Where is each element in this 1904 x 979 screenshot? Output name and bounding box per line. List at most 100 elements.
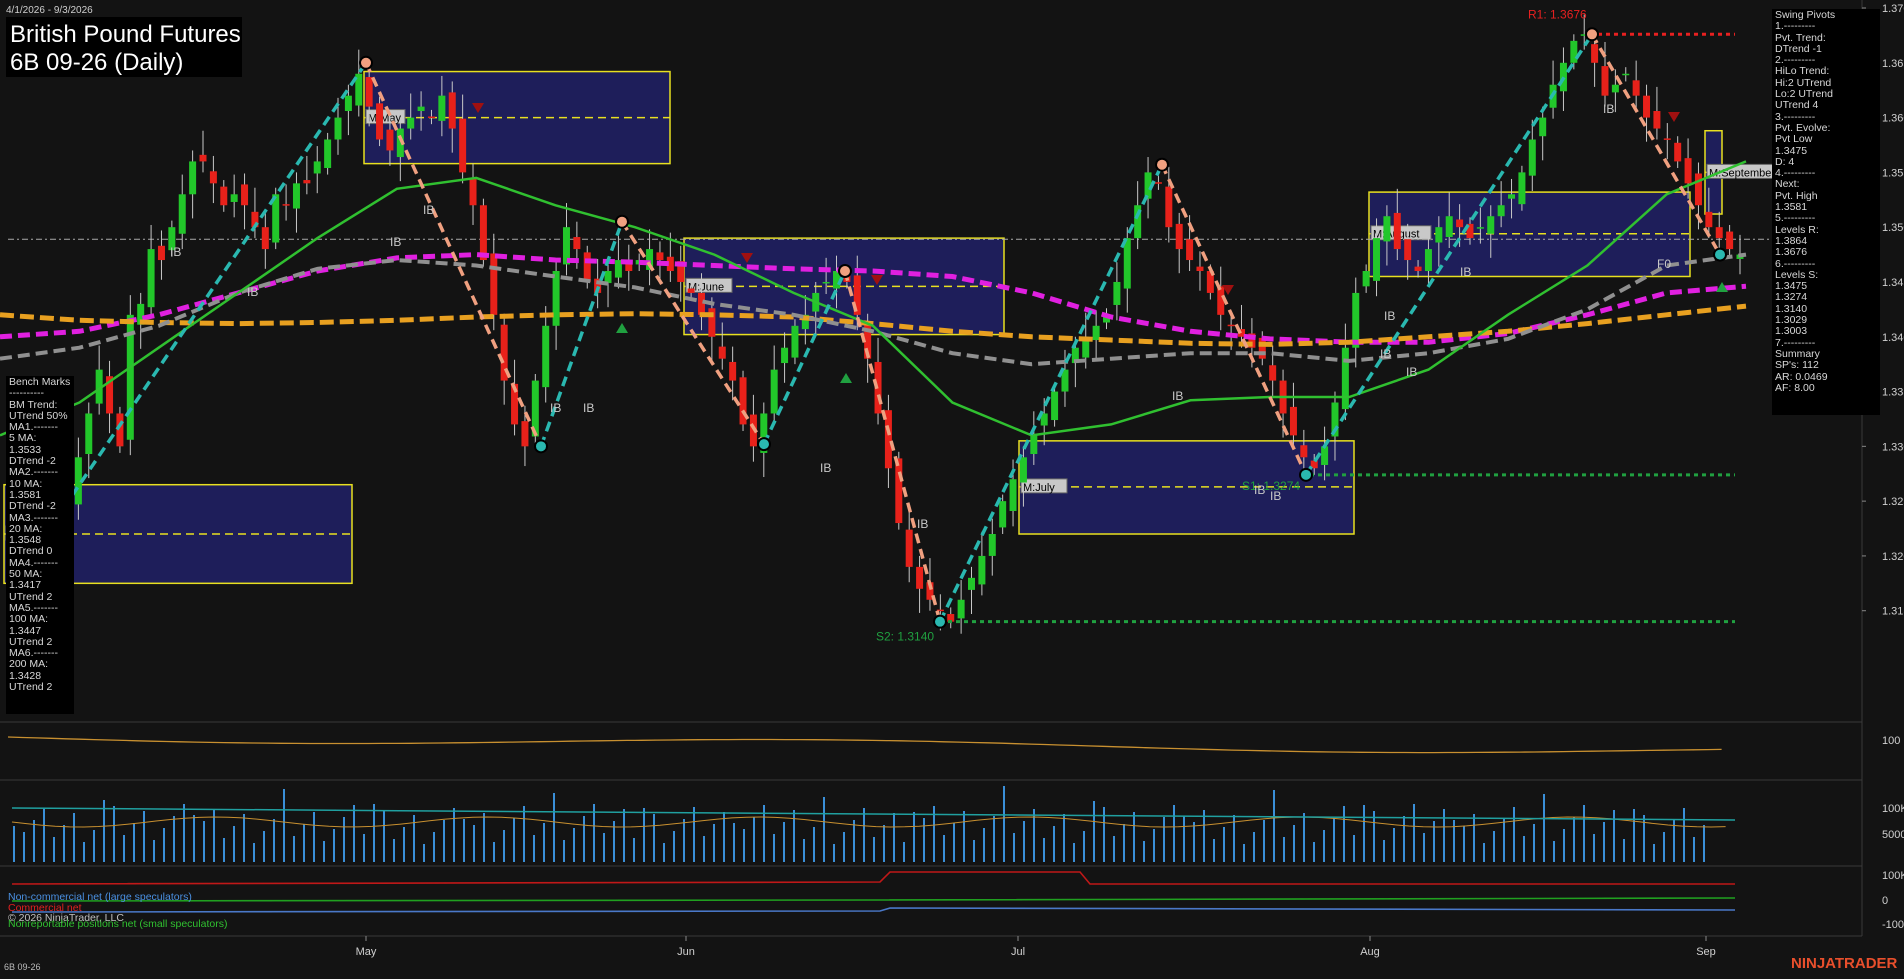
candle-body	[1611, 84, 1619, 93]
indicator-tick-label: 100	[1882, 735, 1900, 747]
candle-body	[1456, 219, 1464, 228]
candle-body	[521, 421, 529, 447]
candle-body	[1258, 337, 1266, 359]
y-tick-label: 1.3150	[1882, 606, 1904, 618]
bench-panel-line: 1.3417	[9, 579, 42, 592]
cot-tick-label: 100K	[1882, 870, 1904, 882]
pattern-label-ib: IB	[390, 235, 401, 249]
candle-body	[1726, 231, 1734, 250]
volume-tick-label: 50000	[1882, 829, 1904, 841]
candle-body	[1487, 216, 1495, 234]
candle-body	[1694, 173, 1702, 206]
candle-body	[1539, 117, 1547, 137]
candle-body	[292, 183, 300, 209]
candle-body	[459, 118, 467, 173]
legend-nonreportable: Nonreportable positions net (small specu…	[8, 918, 228, 930]
candle-body	[261, 227, 269, 250]
candle-body	[157, 245, 165, 261]
candle-body	[697, 292, 705, 315]
candle-body	[365, 77, 373, 107]
swing-pivot-marker	[359, 55, 373, 70]
candle-body	[303, 180, 311, 184]
y-tick-label: 1.3450	[1882, 277, 1904, 289]
candle-body	[687, 288, 695, 293]
date-range: 4/1/2026 - 9/3/2026	[6, 5, 93, 16]
candle-body	[241, 184, 249, 206]
candle-body	[469, 178, 477, 206]
candle-body	[1518, 172, 1526, 205]
swing-pivot-marker	[1299, 467, 1313, 482]
swing-pivots-panel: Swing Pivots 1.--------- Pvt. Trend: DTrend…	[1772, 9, 1880, 415]
candle-body	[189, 161, 197, 195]
swing-panel-line: 1.3003	[1775, 325, 1808, 338]
candle-body	[656, 252, 664, 261]
candle-body	[282, 204, 290, 206]
bench-panel-line: 100 MA:	[9, 613, 49, 626]
candle-body	[1601, 66, 1609, 96]
price-chart[interactable]: 1.3150 1.3200 1.3250 1.3300 1.3350 1.3400 1.34…	[0, 0, 1904, 979]
swing-panel-line: 1.3676	[1775, 246, 1808, 259]
candle-body	[1289, 406, 1297, 436]
candle-body	[1373, 238, 1381, 281]
pattern-label-ib: IB	[247, 285, 258, 299]
candle-body	[1352, 292, 1360, 348]
candle-body	[1643, 95, 1651, 118]
swing-panel-line: UTrend 4	[1775, 99, 1819, 112]
pattern-label-ib: IB	[1460, 265, 1471, 279]
candle-body	[895, 458, 903, 524]
candle-body	[1404, 239, 1412, 261]
candle-body	[1019, 457, 1027, 483]
candle-body	[968, 577, 976, 590]
chart-title: British Pound Futures	[10, 21, 241, 48]
candle-body	[542, 325, 550, 388]
candle-body	[718, 346, 726, 359]
x-tick-label: Jun	[677, 946, 695, 958]
candle-body	[1113, 281, 1121, 305]
swing-pivot-marker	[1155, 157, 1169, 172]
candle-body	[313, 161, 321, 174]
candle-body	[1663, 138, 1671, 140]
candle-body	[1445, 216, 1453, 238]
candle-body	[1684, 158, 1692, 184]
candle-body	[1632, 80, 1640, 96]
candle-body	[448, 92, 456, 129]
candle-body	[1341, 347, 1349, 410]
pattern-label-ib: IB	[1172, 389, 1183, 403]
swing-pivot-marker	[838, 264, 852, 279]
candle-body	[1705, 211, 1713, 228]
y-tick-label: 1.3600	[1882, 113, 1904, 125]
candle-body	[376, 103, 384, 140]
x-tick-label: Aug	[1360, 946, 1380, 958]
x-tick-label: Jul	[1011, 946, 1025, 958]
pattern-label-ib: IB	[1380, 347, 1391, 361]
footer-symbol: 6B 09-26	[4, 962, 41, 972]
candle-body	[604, 271, 612, 284]
candle-body	[729, 361, 737, 381]
pattern-label-ib: IB	[583, 401, 594, 415]
y-tick-label: 1.3550	[1882, 167, 1904, 179]
candle-body	[1653, 111, 1661, 129]
candle-body	[417, 106, 425, 112]
candle-body	[1300, 445, 1308, 458]
candle-body	[386, 129, 394, 151]
y-tick-label: 1.3500	[1882, 222, 1904, 234]
candle-body	[916, 566, 924, 589]
swing-panel-line: SP's: 112	[1775, 359, 1819, 372]
candle-body	[438, 95, 446, 121]
volume-tick-label: 100K	[1882, 803, 1904, 815]
candle-body	[479, 205, 487, 261]
candle-body	[1092, 325, 1100, 341]
candle-body	[344, 95, 352, 112]
candle-body	[490, 253, 498, 315]
pattern-label-ib: IB	[1254, 483, 1265, 497]
candle-body	[1414, 266, 1422, 272]
candle-body	[1715, 227, 1723, 239]
pattern-label-ib: IB	[423, 203, 434, 217]
candle-body	[1227, 324, 1235, 327]
candle-body	[147, 249, 155, 308]
pattern-label-ib: IB	[1406, 365, 1417, 379]
y-tick-label: 1.3700	[1882, 3, 1904, 15]
candle-body	[1622, 73, 1630, 76]
x-tick-label: May	[356, 946, 377, 958]
chart-title-box: British Pound Futures 6B 09-26 (Daily)	[6, 17, 242, 77]
